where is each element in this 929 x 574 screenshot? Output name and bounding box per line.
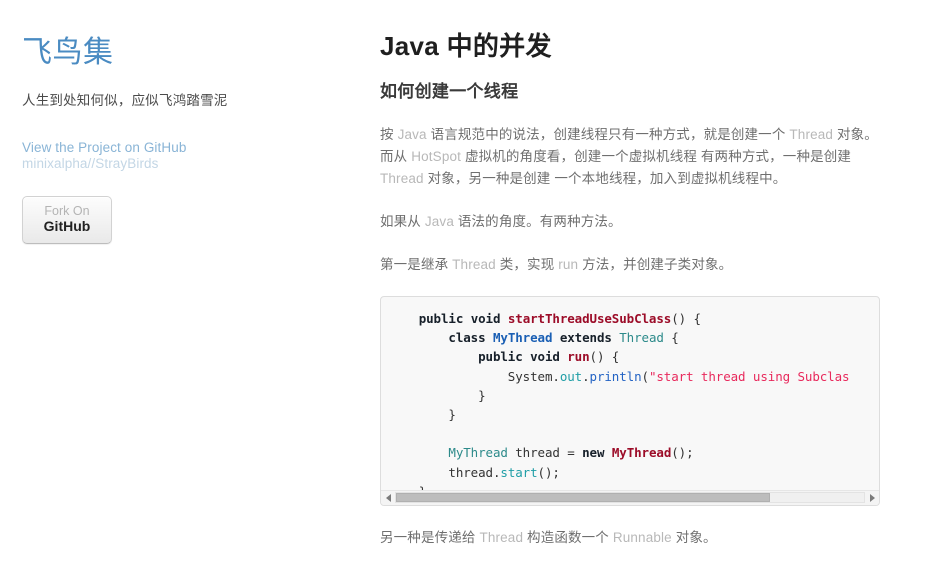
text-run: 按 bbox=[380, 126, 398, 142]
site-tagline: 人生到处知何似，应似飞鸿踏雪泥 bbox=[22, 92, 228, 108]
paragraph-3: 第一是继承 Thread 类，实现 run 方法，并创建子类对象。 bbox=[380, 254, 880, 276]
code-scroll-viewport[interactable]: public void startThreadUseSubClass() { c… bbox=[381, 297, 879, 490]
text-run: 语法的角度。有两种方法。 bbox=[453, 213, 622, 229]
text-run: 如果从 bbox=[380, 213, 425, 229]
code-horizontal-scrollbar[interactable] bbox=[381, 489, 879, 505]
text-run: 方法，并创建子类对象。 bbox=[578, 256, 733, 272]
section-heading: 如何创建一个线程 bbox=[380, 81, 519, 101]
paragraph-4: 另一种是传递给 Thread 构造函数一个 Runnable 对象。 bbox=[380, 527, 880, 549]
page-title: Java 中的并发 bbox=[380, 31, 552, 61]
code-term: HotSpot bbox=[411, 148, 462, 164]
code-term: Runnable bbox=[612, 529, 672, 545]
paragraph-2: 如果从 Java 语法的角度。有两种方法。 bbox=[380, 211, 880, 233]
text-run: 类，实现 bbox=[495, 256, 559, 272]
code-term: Thread bbox=[380, 170, 424, 186]
text-run: 虚拟机的角度看，创建一个虚拟机线程 有两种方式，一种是创建 bbox=[461, 148, 852, 164]
code-content: public void startThreadUseSubClass() { c… bbox=[389, 310, 850, 490]
scrollbar-thumb[interactable] bbox=[396, 493, 771, 503]
main-content: Java 中的并发 如何创建一个线程 按 Java 语言规范中的说法，创建线程只… bbox=[380, 0, 929, 574]
repository-name: minixalpha//StrayBirds bbox=[22, 155, 159, 171]
github-link-block: View the Project on GitHub minixalpha//S… bbox=[22, 140, 360, 172]
page-root: 飞鸟集 人生到处知何似，应似飞鸿踏雪泥 View the Project on … bbox=[0, 0, 929, 574]
text-run: 对象。 bbox=[671, 529, 717, 545]
fork-on-github-button[interactable]: Fork On GitHub bbox=[22, 195, 112, 244]
code-term: Thread bbox=[479, 529, 524, 545]
code-term: Thread bbox=[789, 126, 834, 142]
code-block[interactable]: public void startThreadUseSubClass() { c… bbox=[380, 295, 880, 506]
scroll-right-arrow-icon[interactable] bbox=[865, 490, 879, 505]
site-title: 飞鸟集 bbox=[22, 36, 114, 69]
text-run: 对象，另一种是创建 一个本地线程，加入到虚拟机线程中。 bbox=[423, 170, 787, 186]
text-run: 构造函数一个 bbox=[523, 529, 613, 545]
scroll-left-arrow-icon[interactable] bbox=[381, 490, 395, 505]
view-project-on-github-link[interactable]: View the Project on GitHub bbox=[22, 140, 360, 156]
text-run: 语言规范中的说法，创建线程只有一种方式，就是创建一个 bbox=[426, 126, 790, 142]
fork-button-label-bottom: GitHub bbox=[43, 217, 91, 234]
scrollbar-track[interactable] bbox=[395, 492, 865, 504]
fork-button-label-top: Fork On bbox=[44, 203, 90, 218]
code-term: run bbox=[558, 256, 579, 272]
code-term: Java bbox=[397, 126, 427, 142]
text-run: 第一是继承 bbox=[380, 256, 453, 272]
paragraph-1: 按 Java 语言规范中的说法，创建线程只有一种方式，就是创建一个 Thread… bbox=[380, 124, 880, 190]
sidebar: 飞鸟集 人生到处知何似，应似飞鸿踏雪泥 View the Project on … bbox=[0, 0, 360, 574]
code-term: Thread bbox=[452, 256, 496, 272]
text-run: 另一种是传递给 bbox=[380, 529, 480, 545]
code-term: Java bbox=[424, 213, 454, 229]
